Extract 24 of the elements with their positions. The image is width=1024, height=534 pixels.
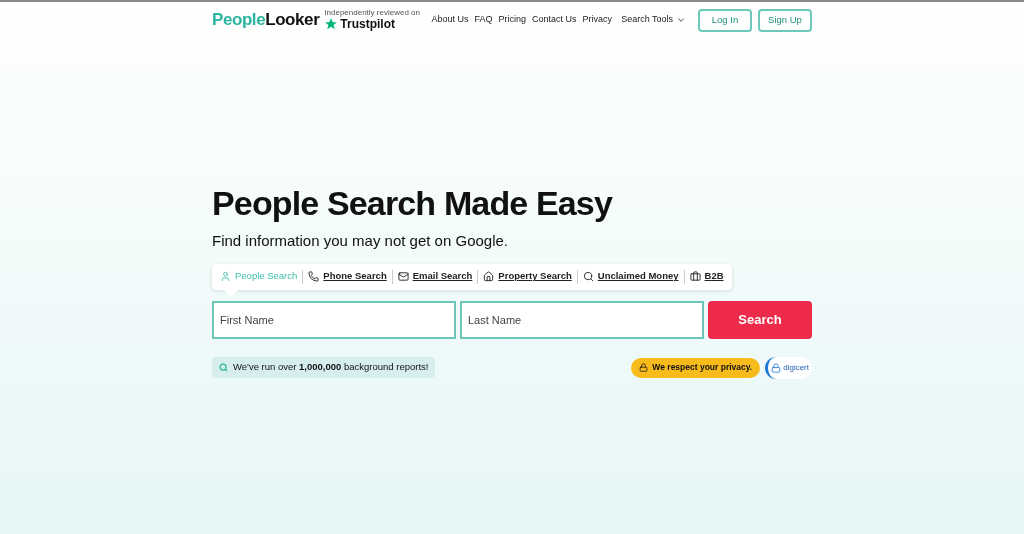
logo[interactable]: PeopleLooker	[212, 7, 320, 33]
nav-link[interactable]: Pricing	[498, 13, 527, 27]
search-tab[interactable]: Phone Search	[308, 269, 387, 284]
name-field[interactable]: First Name	[212, 300, 456, 339]
search-tab[interactable]: Property Search	[483, 269, 572, 284]
nav-link[interactable]: FAQ	[474, 13, 493, 27]
search-tab[interactable]: Unclaimed Money	[582, 269, 679, 284]
nav-dropdown[interactable]: Search Tools	[621, 13, 686, 27]
signup-button[interactable]: Sign Up	[758, 8, 812, 32]
hero-title: People Search Made Easy	[212, 186, 614, 220]
search-tab[interactable]: B2B	[689, 269, 724, 284]
login-button[interactable]: Log In	[698, 8, 752, 32]
nav-link[interactable]: About Us	[431, 13, 469, 27]
search-tab[interactable]: Email Search	[397, 269, 473, 284]
trustpilot-link[interactable]: Trustpilot	[340, 18, 395, 30]
seal-text: digicert	[783, 361, 809, 374]
nav-link[interactable]: Contact Us	[532, 13, 577, 27]
hero-subtitle: Find information you may not get on Google.	[212, 231, 509, 251]
search-button[interactable]: Search	[708, 300, 812, 339]
nav-link[interactable]: Privacy	[582, 13, 613, 27]
review-note: Independently reviewed on	[324, 9, 420, 17]
name-field[interactable]: Last Name	[460, 300, 704, 339]
privacy-badge: We respect your privacy.	[631, 357, 761, 378]
stat-text: We've run over 1,000,000 background reports!	[233, 360, 429, 375]
